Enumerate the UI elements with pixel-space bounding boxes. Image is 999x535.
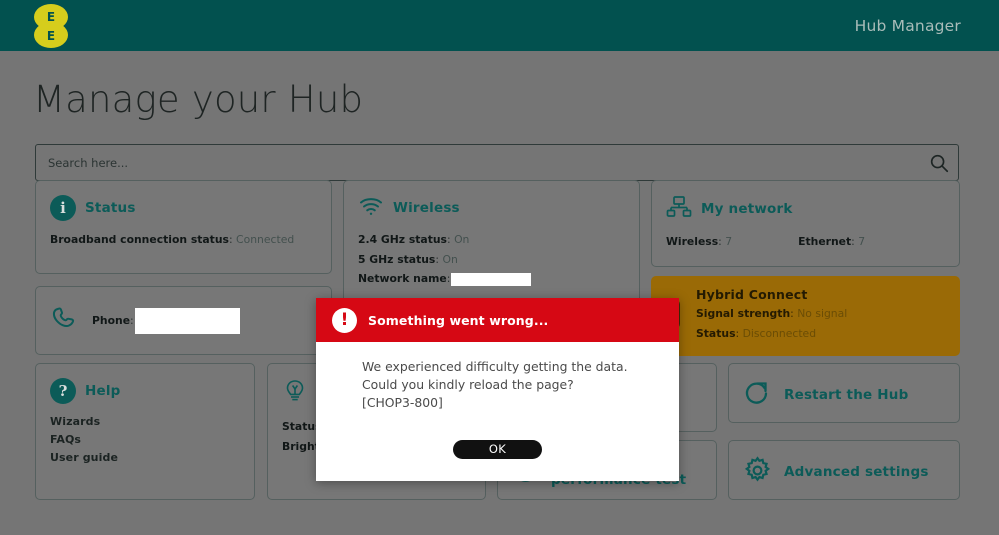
my-network-wireless-row: Wireless: 7 bbox=[666, 234, 732, 250]
phone-sep: : bbox=[130, 313, 134, 327]
phone-label: Phone bbox=[92, 313, 131, 327]
lightbulb-icon bbox=[282, 378, 308, 408]
status-broadband-sep: : bbox=[228, 233, 237, 246]
wireless-24ghz-sep: : bbox=[446, 233, 455, 246]
card-phone[interactable]: Phone: bbox=[35, 286, 332, 355]
exclamation-icon: ! bbox=[332, 307, 357, 333]
logo-letter-bottom: E bbox=[46, 28, 56, 43]
card-status[interactable]: i Status Broadband connection status: Co… bbox=[35, 180, 332, 274]
search-icon[interactable] bbox=[920, 152, 958, 174]
status-broadband-value: Connected bbox=[236, 233, 295, 246]
help-link-wizards[interactable]: Wizards bbox=[50, 415, 240, 428]
error-dialog: ! Something went wrong... We experienced… bbox=[316, 298, 679, 481]
my-network-ethernet-row: Ethernet: 7 bbox=[798, 234, 865, 250]
error-dialog-header: ! Something went wrong... bbox=[316, 298, 679, 342]
refresh-icon bbox=[743, 379, 772, 412]
error-dialog-line-1: We experienced difficulty getting the da… bbox=[362, 359, 628, 374]
network-icon bbox=[666, 195, 692, 223]
logo-letter-top: E bbox=[46, 9, 56, 24]
question-icon: ? bbox=[50, 378, 76, 404]
my-network-wireless-value: 7 bbox=[725, 235, 733, 248]
page-title: Manage your Hub bbox=[33, 78, 364, 121]
hybrid-status-sep: : bbox=[735, 326, 743, 340]
help-link-user-guide[interactable]: User guide bbox=[50, 451, 240, 464]
error-dialog-title: Something went wrong... bbox=[368, 312, 549, 328]
my-network-ethernet-value: 7 bbox=[858, 235, 866, 248]
app-header: E E Hub Manager bbox=[0, 0, 999, 51]
phone-number-redacted bbox=[134, 307, 240, 334]
restart-hub-label: Restart the Hub bbox=[784, 387, 909, 403]
wireless-network-name-sep: : bbox=[446, 272, 451, 286]
hybrid-status-label: Status bbox=[696, 326, 736, 340]
hybrid-status-value: Disconnected bbox=[742, 326, 817, 340]
card-status-header: i Status bbox=[50, 195, 317, 221]
card-hybrid-connect-title: Hybrid Connect bbox=[696, 286, 808, 302]
wireless-network-name-redacted bbox=[451, 272, 532, 286]
card-help-title: Help bbox=[85, 383, 121, 399]
search-input[interactable] bbox=[36, 155, 920, 170]
card-wireless-title: Wireless bbox=[393, 200, 460, 216]
card-help-header: ? Help bbox=[50, 378, 240, 404]
phone-row: Phone: bbox=[92, 307, 240, 334]
my-network-ethernet-label: Ethernet bbox=[798, 235, 852, 248]
card-my-network[interactable]: My network Wireless: 7 Ethernet: 7 bbox=[651, 180, 960, 267]
error-dialog-body: We experienced difficulty getting the da… bbox=[316, 342, 679, 428]
hybrid-status-row: Status: Disconnected bbox=[696, 326, 847, 342]
wifi-icon bbox=[358, 195, 384, 221]
card-advanced-settings[interactable]: Advanced settings bbox=[728, 440, 960, 500]
card-hybrid-connect[interactable]: Hybrid Connect Signal strength: No signa… bbox=[651, 276, 960, 356]
card-help[interactable]: ? Help Wizards FAQs User guide bbox=[35, 363, 255, 500]
my-network-rows: Wireless: 7 Ethernet: 7 bbox=[666, 234, 945, 254]
wireless-24ghz-row: 2.4 GHz status: On bbox=[358, 232, 625, 248]
wireless-5ghz-row: 5 GHz status: On bbox=[358, 252, 625, 268]
wireless-network-name-row: Network name: bbox=[358, 271, 625, 287]
hybrid-signal-value: No signal bbox=[797, 306, 848, 320]
status-broadband-row: Broadband connection status: Connected bbox=[50, 232, 317, 248]
hybrid-signal-row: Signal strength: No signal bbox=[696, 306, 847, 322]
card-wireless-header: Wireless bbox=[358, 195, 625, 221]
search-bar[interactable] bbox=[35, 144, 959, 181]
hub-manager-title: Hub Manager bbox=[854, 16, 961, 35]
phone-icon bbox=[50, 306, 80, 336]
gear-icon bbox=[743, 455, 772, 489]
hybrid-signal-label: Signal strength bbox=[696, 306, 791, 320]
help-link-faqs[interactable]: FAQs bbox=[50, 433, 240, 446]
advanced-settings-label: Advanced settings bbox=[784, 464, 929, 480]
wireless-5ghz-value: On bbox=[442, 252, 458, 266]
wireless-5ghz-label: 5 GHz status bbox=[358, 252, 436, 266]
error-dialog-line-2: Could you kindly reload the page? bbox=[362, 376, 574, 392]
info-icon: i bbox=[50, 195, 76, 221]
ee-logo: E E bbox=[34, 3, 68, 48]
wireless-24ghz-value: On bbox=[454, 233, 470, 246]
ok-button[interactable]: OK bbox=[453, 439, 542, 459]
hybrid-connect-content: Hybrid Connect Signal strength: No signa… bbox=[696, 287, 847, 345]
error-dialog-actions: OK bbox=[316, 427, 679, 481]
card-my-network-header: My network bbox=[666, 195, 945, 223]
card-status-title: Status bbox=[85, 200, 136, 216]
status-broadband-label: Broadband connection status bbox=[50, 233, 229, 246]
my-network-wireless-label: Wireless bbox=[666, 235, 719, 248]
error-dialog-line-3: [CHOP3-800] bbox=[362, 394, 443, 410]
card-my-network-title: My network bbox=[701, 201, 793, 217]
wireless-network-name-label: Network name bbox=[358, 272, 447, 286]
card-restart-hub[interactable]: Restart the Hub bbox=[728, 363, 960, 423]
wireless-24ghz-label: 2.4 GHz status bbox=[358, 233, 447, 246]
